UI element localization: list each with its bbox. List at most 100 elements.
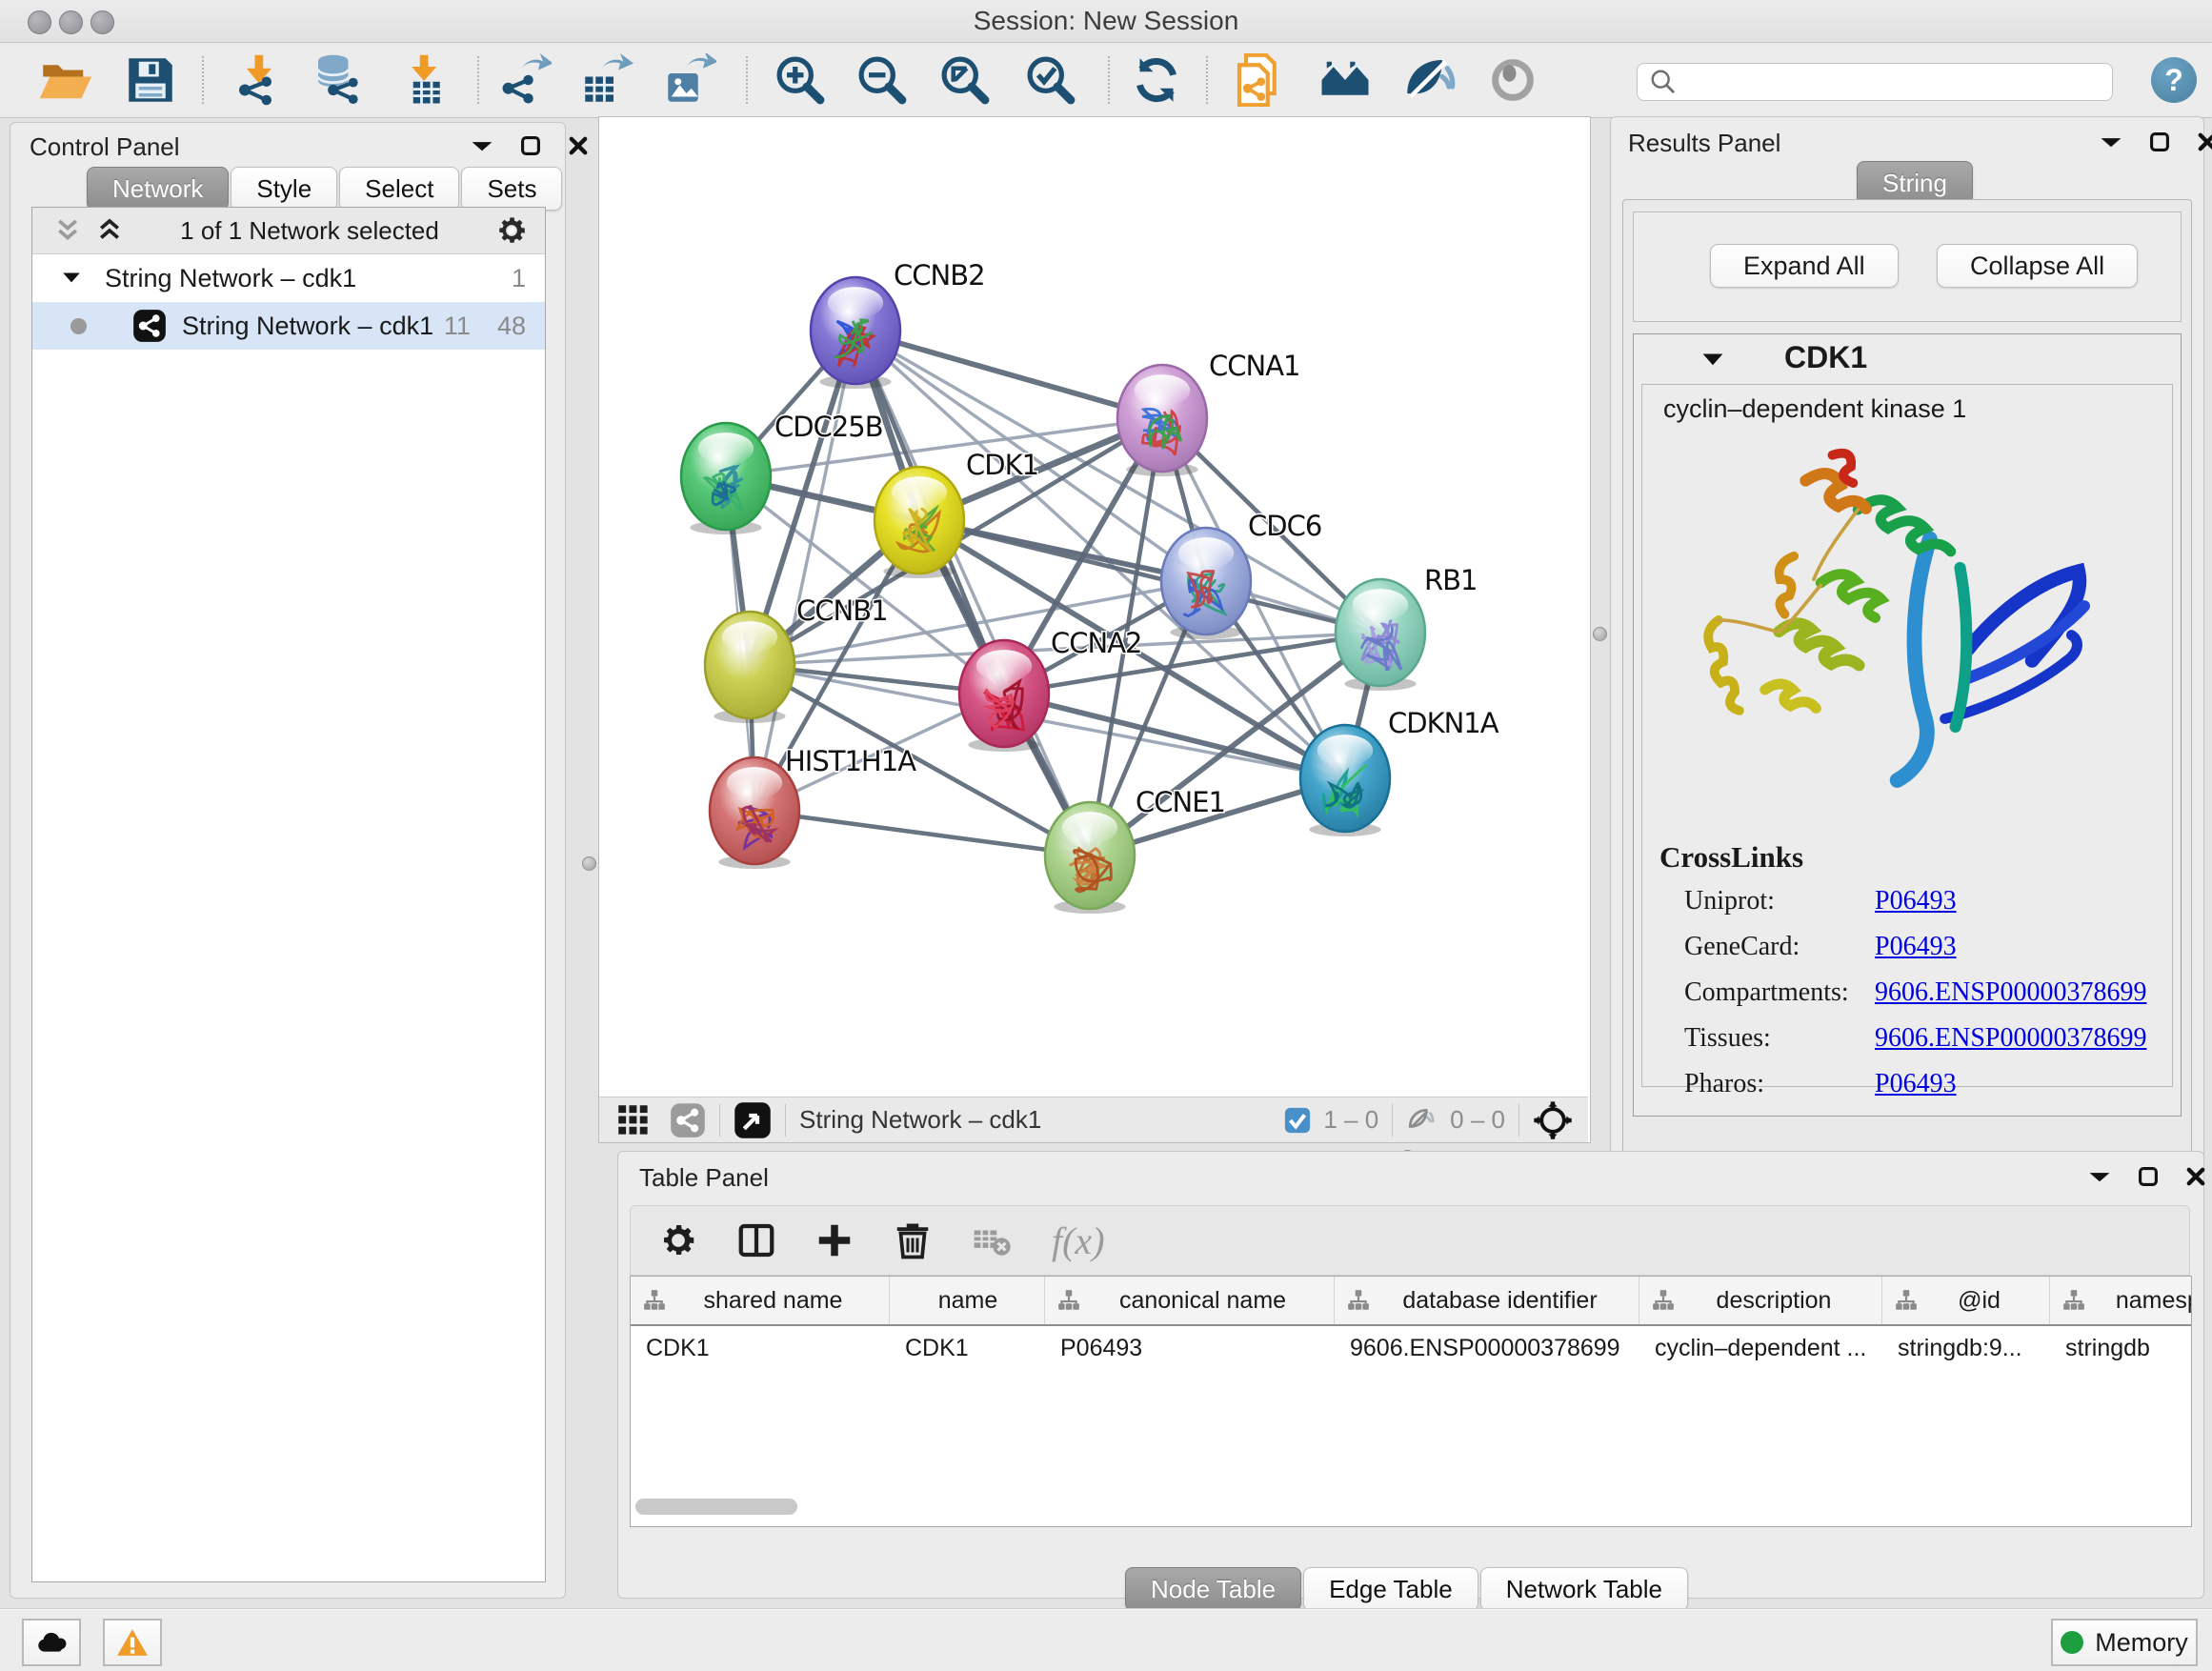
network-node-RB1[interactable] (1336, 579, 1425, 691)
crosslink-value-link[interactable]: 9606.ENSP00000378699 (1875, 1023, 2146, 1054)
panel-maximize-icon[interactable] (2148, 131, 2171, 153)
save-session-icon[interactable] (124, 53, 177, 107)
warnings-button[interactable] (103, 1619, 162, 1666)
open-session-icon[interactable] (38, 53, 91, 107)
network-node-CCNB2[interactable] (811, 277, 900, 389)
network-edge-HIST1H1A-CCNE1[interactable] (754, 811, 1090, 856)
panel-float-icon[interactable] (2099, 131, 2123, 152)
network-view-mode-icon[interactable] (670, 1102, 706, 1138)
string-home-icon[interactable] (1318, 53, 1372, 107)
network-node-CCNE1[interactable] (1045, 802, 1135, 914)
crosslink-value-link[interactable]: 9606.ENSP00000378699 (1875, 977, 2146, 1008)
birdseye-view-icon[interactable] (734, 1101, 772, 1139)
show-columns-icon[interactable] (737, 1221, 775, 1259)
network-collection-row[interactable]: String Network – cdk1 1 (32, 254, 545, 302)
tab-select[interactable]: Select (339, 167, 459, 211)
toolbar-separator (746, 56, 748, 104)
gene-symbol: CDK1 (1784, 340, 1867, 375)
collapse-all-tree-icon[interactable] (95, 216, 124, 245)
tab-node-table[interactable]: Node Table (1125, 1567, 1301, 1611)
cell-description[interactable]: cyclin–dependent ... (1639, 1326, 1882, 1370)
zoom-out-icon[interactable] (855, 53, 909, 107)
column-header[interactable]: canonical name (1045, 1277, 1335, 1324)
crosslink-value-link[interactable]: P06493 (1875, 1069, 1957, 1099)
pan-crosshair-icon[interactable] (1533, 1100, 1573, 1140)
tab-network[interactable]: Network (87, 167, 229, 211)
help-button[interactable]: ? (2151, 57, 2197, 103)
export-table-icon[interactable] (580, 53, 633, 107)
tab-style[interactable]: Style (231, 167, 337, 211)
cell-name[interactable]: CDK1 (890, 1326, 1045, 1370)
expand-all-tree-icon[interactable] (53, 216, 82, 245)
network-node-CDKN1A[interactable] (1300, 725, 1390, 836)
cell-id[interactable]: stringdb:9... (1882, 1326, 2050, 1370)
panel-close-icon[interactable] (567, 134, 590, 157)
panel-close-icon[interactable] (2196, 131, 2212, 153)
tab-edge-table[interactable]: Edge Table (1303, 1567, 1478, 1611)
horizontal-scrollbar-thumb[interactable] (635, 1499, 797, 1515)
left-splitter-grip[interactable] (582, 856, 596, 871)
memory-label: Memory (2095, 1628, 2188, 1658)
zoom-selected-icon[interactable] (1024, 53, 1077, 107)
collapse-all-button[interactable]: Collapse All (1937, 244, 2138, 288)
cell-database-identifier[interactable]: 9606.ENSP00000378699 (1335, 1326, 1639, 1370)
network-edge-CCNB2-HIST1H1A[interactable] (754, 331, 855, 811)
panel-maximize-icon[interactable] (519, 134, 542, 157)
table-row[interactable]: CDK1 CDK1 P06493 9606.ENSP00000378699 cy… (631, 1326, 2192, 1370)
column-header[interactable]: shared name (631, 1277, 890, 1324)
column-header[interactable]: namespace (2050, 1277, 2192, 1324)
panel-close-icon[interactable] (2184, 1165, 2207, 1188)
right-splitter-grip[interactable] (1593, 627, 1607, 641)
apply-layout-refresh-icon[interactable] (1130, 53, 1183, 107)
column-header[interactable]: description (1639, 1277, 1882, 1324)
cloud-status-button[interactable] (22, 1619, 81, 1666)
delete-table-icon[interactable] (972, 1220, 1012, 1260)
column-type-icon (1651, 1288, 1676, 1313)
hide-glass-icon[interactable] (1402, 53, 1456, 107)
collection-expander-icon[interactable] (61, 270, 82, 287)
panel-float-icon[interactable] (2087, 1166, 2112, 1187)
protein-structure-image (1680, 446, 2128, 817)
selected-items-checkbox-icon[interactable] (1283, 1106, 1312, 1135)
memory-button[interactable]: Memory (2051, 1619, 2198, 1666)
export-network-icon[interactable] (498, 53, 552, 107)
import-table-icon[interactable] (398, 53, 452, 107)
crosslink-value-link[interactable]: P06493 (1875, 886, 1957, 916)
netbar-separator (1518, 1104, 1519, 1137)
network-row[interactable]: String Network – cdk1 11 48 (32, 302, 545, 350)
table-options-gear-icon[interactable] (659, 1221, 697, 1259)
crosslink-row: Pharos: P06493 (1684, 1069, 2161, 1099)
table-toolbar: f(x) (630, 1205, 2190, 1276)
network-node-CCNA1[interactable] (1117, 365, 1207, 476)
tab-sets[interactable]: Sets (461, 167, 562, 211)
cell-namespace[interactable]: stringdb (2050, 1326, 2192, 1370)
crosslink-value-link[interactable]: P06493 (1875, 932, 1957, 962)
column-header[interactable]: @id (1882, 1277, 2050, 1324)
grid-view-icon[interactable] (616, 1103, 651, 1137)
zoom-in-icon[interactable] (774, 53, 827, 107)
delete-column-icon[interactable] (894, 1221, 932, 1259)
tab-network-table[interactable]: Network Table (1480, 1567, 1688, 1611)
column-header[interactable]: name (890, 1277, 1045, 1324)
search-field[interactable] (1637, 63, 2113, 101)
network-canvas[interactable]: CCNB2CCNA1CDC25BCDK1CDC6RB1CCNB1CCNA2CDK… (599, 117, 1588, 1097)
cell-shared-name[interactable]: CDK1 (631, 1326, 890, 1370)
zoom-fit-icon[interactable] (938, 53, 992, 107)
show-eye-icon[interactable] (1486, 53, 1539, 107)
expand-all-button[interactable]: Expand All (1710, 244, 1899, 288)
gene-entry-expander-icon[interactable] (1700, 350, 1725, 371)
search-input[interactable] (1685, 68, 2112, 96)
network-node-CCNB1[interactable] (705, 612, 794, 723)
panel-maximize-icon[interactable] (2137, 1165, 2160, 1188)
string-import-icon[interactable] (1233, 53, 1286, 107)
add-column-icon[interactable] (815, 1221, 854, 1259)
import-network-from-database-icon[interactable] (312, 53, 365, 107)
column-header[interactable]: database identifier (1335, 1277, 1639, 1324)
cell-canonical-name[interactable]: P06493 (1045, 1326, 1335, 1370)
panel-float-icon[interactable] (470, 135, 494, 156)
export-image-icon[interactable] (663, 53, 716, 107)
network-node-CDC25B[interactable] (681, 423, 771, 534)
tree-options-gear-icon[interactable] (495, 214, 528, 247)
hidden-items-icon[interactable] (1406, 1104, 1438, 1137)
import-network-icon[interactable] (231, 53, 285, 107)
